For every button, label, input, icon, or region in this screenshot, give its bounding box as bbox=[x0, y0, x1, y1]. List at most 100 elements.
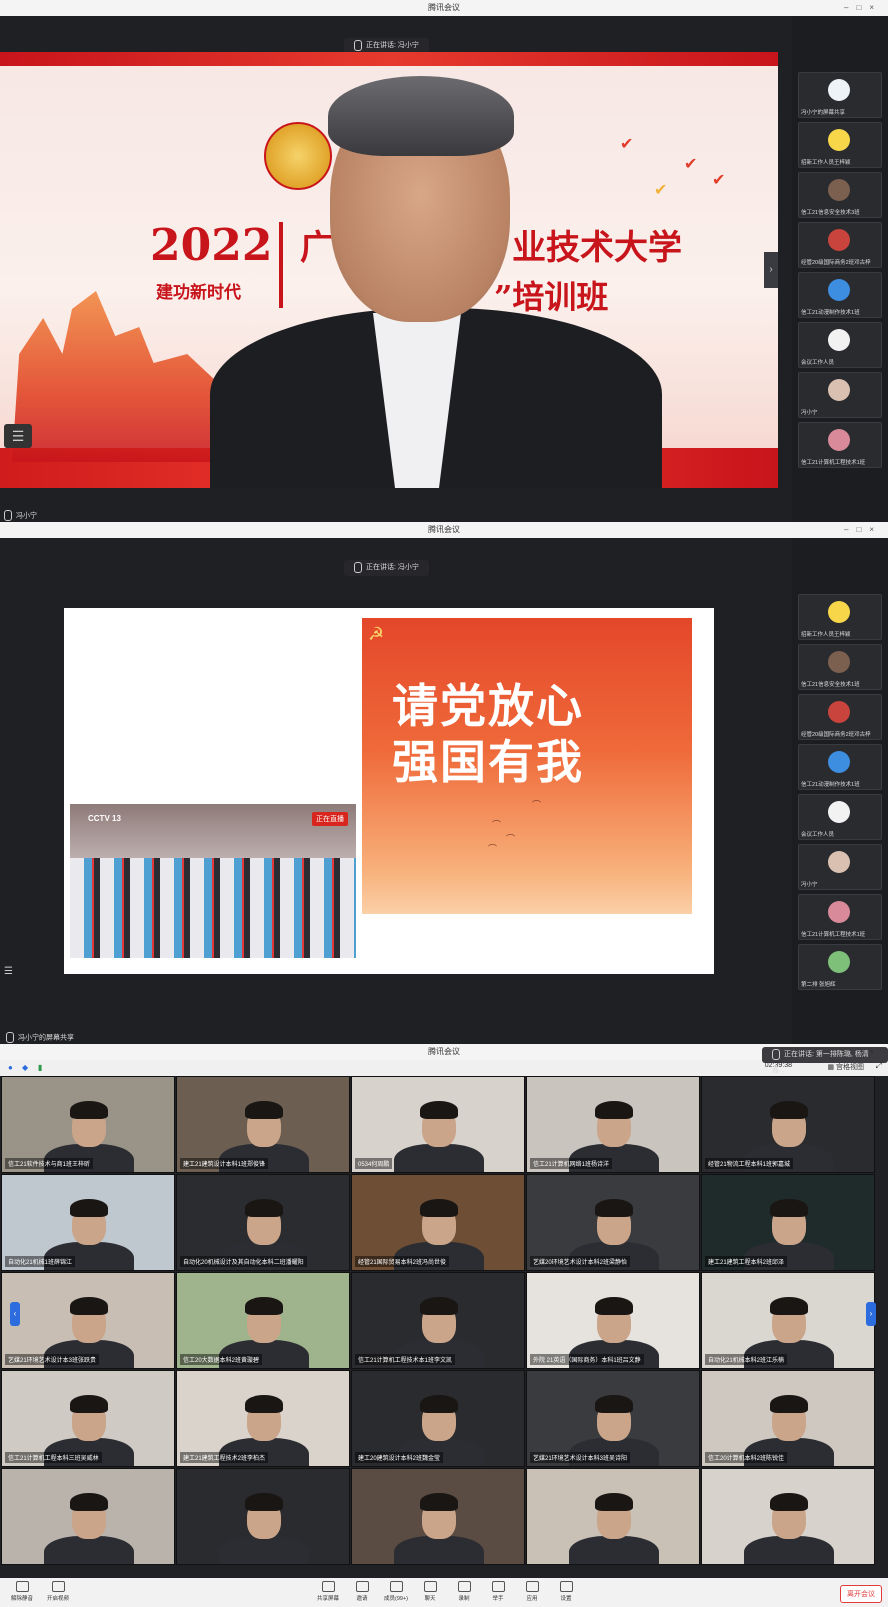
signal-icon[interactable]: ▮ bbox=[38, 1063, 42, 1072]
toolbar-button[interactable]: 设置 bbox=[548, 1581, 584, 1602]
speaking-indicator: 正在讲话: 第一排陈璐, 杨清鑫... bbox=[762, 1047, 888, 1074]
participant-thumb[interactable]: 信工21动漫制作技术1班 bbox=[798, 272, 882, 318]
cctv-logo: CCTV 13 bbox=[88, 814, 121, 823]
participant-sidebar: 招新工作人员王梓颖 信工21信息安全技术1班 经管20级国际商务2班邓古梓 信工21动… bbox=[792, 538, 888, 1044]
participant-name: 经管21物流工程本科1班郭嘉城 bbox=[705, 1158, 794, 1169]
participant-name: 第二排 张旭辉 bbox=[801, 982, 836, 988]
participant-tile[interactable]: 经管21物流工程本科1班郭嘉城 bbox=[701, 1076, 875, 1173]
toolbar-button[interactable]: 应用 bbox=[514, 1581, 550, 1602]
participant-name: 招新工作人员王梓颖 bbox=[801, 160, 851, 166]
leave-meeting-button[interactable]: 离开会议 bbox=[840, 1585, 882, 1603]
toolbar-button[interactable]: 成员(99+) bbox=[378, 1581, 414, 1602]
toolbar-button[interactable]: 录制 bbox=[446, 1581, 482, 1602]
participant-tile[interactable]: 信工21计算机工程本科三班吴威林 bbox=[1, 1370, 175, 1467]
participant-tile[interactable] bbox=[526, 1468, 700, 1565]
participant-tile[interactable]: 建工20建筑设计本科2班魏金莹 bbox=[351, 1370, 525, 1467]
participant-name: 0534何周鹏 bbox=[355, 1158, 393, 1169]
members-toggle-icon[interactable]: ☰ bbox=[4, 966, 18, 980]
toolbar-label: 共享屏幕 bbox=[316, 1596, 339, 1602]
participant-tile[interactable]: 艺媒21环境艺术设计本科3班吴诗阳 bbox=[526, 1370, 700, 1467]
participant-name: 信工21计算机工程技术1班 bbox=[801, 460, 866, 466]
person-body bbox=[394, 1144, 484, 1172]
toolbar-button[interactable]: 聊天 bbox=[412, 1581, 448, 1602]
toolbar-button[interactable]: 解除静音 bbox=[4, 1581, 40, 1602]
toolbar-button[interactable]: 共享屏幕 bbox=[310, 1581, 346, 1602]
person-hair bbox=[770, 1395, 808, 1413]
window-title: 腾讯会议 bbox=[428, 525, 460, 534]
participant-thumb[interactable]: 会议工作人员 bbox=[798, 794, 882, 840]
grid-next-button[interactable]: › bbox=[866, 1302, 876, 1326]
toolbar-icon bbox=[559, 1581, 573, 1592]
person-hair bbox=[770, 1493, 808, 1511]
window-controls[interactable]: –□× bbox=[844, 0, 882, 16]
participant-tile[interactable]: 信工21软件技术与商1班王梓昕 bbox=[1, 1076, 175, 1173]
participant-thumb[interactable]: 第二排 张旭辉 bbox=[798, 944, 882, 990]
participant-tile[interactable] bbox=[176, 1468, 350, 1565]
gallery-view-button[interactable]: ▦ 宫格视图 bbox=[827, 1062, 864, 1072]
avatar bbox=[828, 379, 850, 401]
slide-video: CCTV 13 正在直播 bbox=[70, 804, 356, 958]
participant-name: 信工21计算机网络1班杨诗洋 bbox=[530, 1158, 613, 1169]
person-body bbox=[569, 1536, 659, 1564]
shield-icon[interactable]: ● bbox=[8, 1063, 13, 1072]
participant-tile[interactable]: 信工20计算机本科2班陈锐佳 bbox=[701, 1370, 875, 1467]
participant-tile[interactable]: 经管21国际贸易本科2班冯尚世俊 bbox=[351, 1174, 525, 1271]
participant-thumb[interactable]: 冯小宁 bbox=[798, 372, 882, 418]
participant-tile[interactable]: 建工21建筑工程本科2班邱泽 bbox=[701, 1174, 875, 1271]
toolbar-button[interactable]: 举手 bbox=[480, 1581, 516, 1602]
participant-tile[interactable]: 建工21建筑设计本科1班郑俊锋 bbox=[176, 1076, 350, 1173]
participant-thumb[interactable]: 冯小宁的屏幕共享 bbox=[798, 72, 882, 118]
participant-tile[interactable]: 自动化21机械1班薛锦江 bbox=[1, 1174, 175, 1271]
participant-tile[interactable]: 信工21计算机工程技术本1班李文凯 bbox=[351, 1272, 525, 1369]
participant-name: 经管21国际贸易本科2班冯尚世俊 bbox=[355, 1256, 450, 1267]
participant-tile[interactable]: 信工21计算机网络1班杨诗洋 bbox=[526, 1076, 700, 1173]
participant-thumb[interactable]: 信工21信息安全技术1班 bbox=[798, 644, 882, 690]
person-hair bbox=[420, 1395, 458, 1413]
participant-thumb[interactable]: 经管20级国际商务2班邓古梓 bbox=[798, 694, 882, 740]
participant-thumb[interactable]: 会议工作人员 bbox=[798, 322, 882, 368]
banner-top-ribbon bbox=[0, 52, 778, 66]
participant-tile[interactable] bbox=[701, 1468, 875, 1565]
mic-icon bbox=[354, 39, 362, 51]
title-bar: 腾讯会议 –□× bbox=[0, 0, 888, 16]
participant-thumb[interactable]: 信工21动漫制作技术1班 bbox=[798, 744, 882, 790]
security-icon[interactable]: ◆ bbox=[22, 1063, 28, 1072]
participant-tile[interactable]: 自动化20机械设计及其自动化本科二班潘耀阳 bbox=[176, 1174, 350, 1271]
participant-thumb[interactable]: 信工21信息安全技术3班 bbox=[798, 172, 882, 218]
participant-tile[interactable]: 艺媒20环境艺术设计本科2班梁静怡 bbox=[526, 1174, 700, 1271]
participant-tile[interactable]: 建工21建筑工程技术2班李柏杰 bbox=[176, 1370, 350, 1467]
avatar bbox=[828, 651, 850, 673]
person-hair bbox=[70, 1199, 108, 1217]
participant-tile[interactable] bbox=[1, 1468, 175, 1565]
members-toggle-icon[interactable]: ☰ bbox=[4, 424, 32, 448]
banner-figures-illustration bbox=[12, 291, 240, 462]
person-hair bbox=[595, 1199, 633, 1217]
toolbar-icon bbox=[525, 1581, 539, 1592]
participant-name: 自动化21机械1班薛锦江 bbox=[5, 1256, 76, 1267]
participant-tile[interactable]: 外院 21英语（国际商务）本科1班吕文静 bbox=[526, 1272, 700, 1369]
participant-sidebar: 冯小宁的屏幕共享招新工作人员王梓颖信工21信息安全技术3班 经管20级国际商务2班… bbox=[792, 16, 888, 522]
toolbar-button[interactable]: 开启视频 bbox=[40, 1581, 76, 1602]
person-hair bbox=[420, 1199, 458, 1217]
participant-tile[interactable]: 艺媒21环境艺术设计本3班张跃贵 bbox=[1, 1272, 175, 1369]
participant-tile[interactable] bbox=[351, 1468, 525, 1565]
participant-name: 会议工作人员 bbox=[801, 832, 835, 838]
participant-tile[interactable]: 自动化21机械本科2班江乐楠 bbox=[701, 1272, 875, 1369]
toolbar-label: 举手 bbox=[492, 1596, 504, 1602]
toolbar-icon bbox=[491, 1581, 505, 1592]
person-body bbox=[44, 1536, 134, 1564]
participant-thumb[interactable]: 招新工作人员王梓颖 bbox=[798, 594, 882, 640]
participant-thumb[interactable]: 经管20级国际商务2班邓古梓 bbox=[798, 222, 882, 268]
toolbar-button[interactable]: 邀请 bbox=[344, 1581, 380, 1602]
grid-prev-button[interactable]: ‹ bbox=[10, 1302, 20, 1326]
participant-thumb[interactable]: 招新工作人员王梓颖 bbox=[798, 122, 882, 168]
participant-tile[interactable]: 信工20大数据本科2班黄璇碧 bbox=[176, 1272, 350, 1369]
window-controls[interactable]: –□× bbox=[844, 522, 882, 538]
participant-thumb[interactable]: 信工21计算机工程技术1班 bbox=[798, 422, 882, 468]
sidebar-collapse-button[interactable]: › bbox=[764, 252, 778, 288]
participant-thumb[interactable]: 冯小宁 bbox=[798, 844, 882, 890]
person-hair bbox=[70, 1297, 108, 1315]
participant-tile[interactable]: 0534何周鹏 bbox=[351, 1076, 525, 1173]
person-hair bbox=[420, 1493, 458, 1511]
participant-thumb[interactable]: 信工21计算机工程技术1班 bbox=[798, 894, 882, 940]
